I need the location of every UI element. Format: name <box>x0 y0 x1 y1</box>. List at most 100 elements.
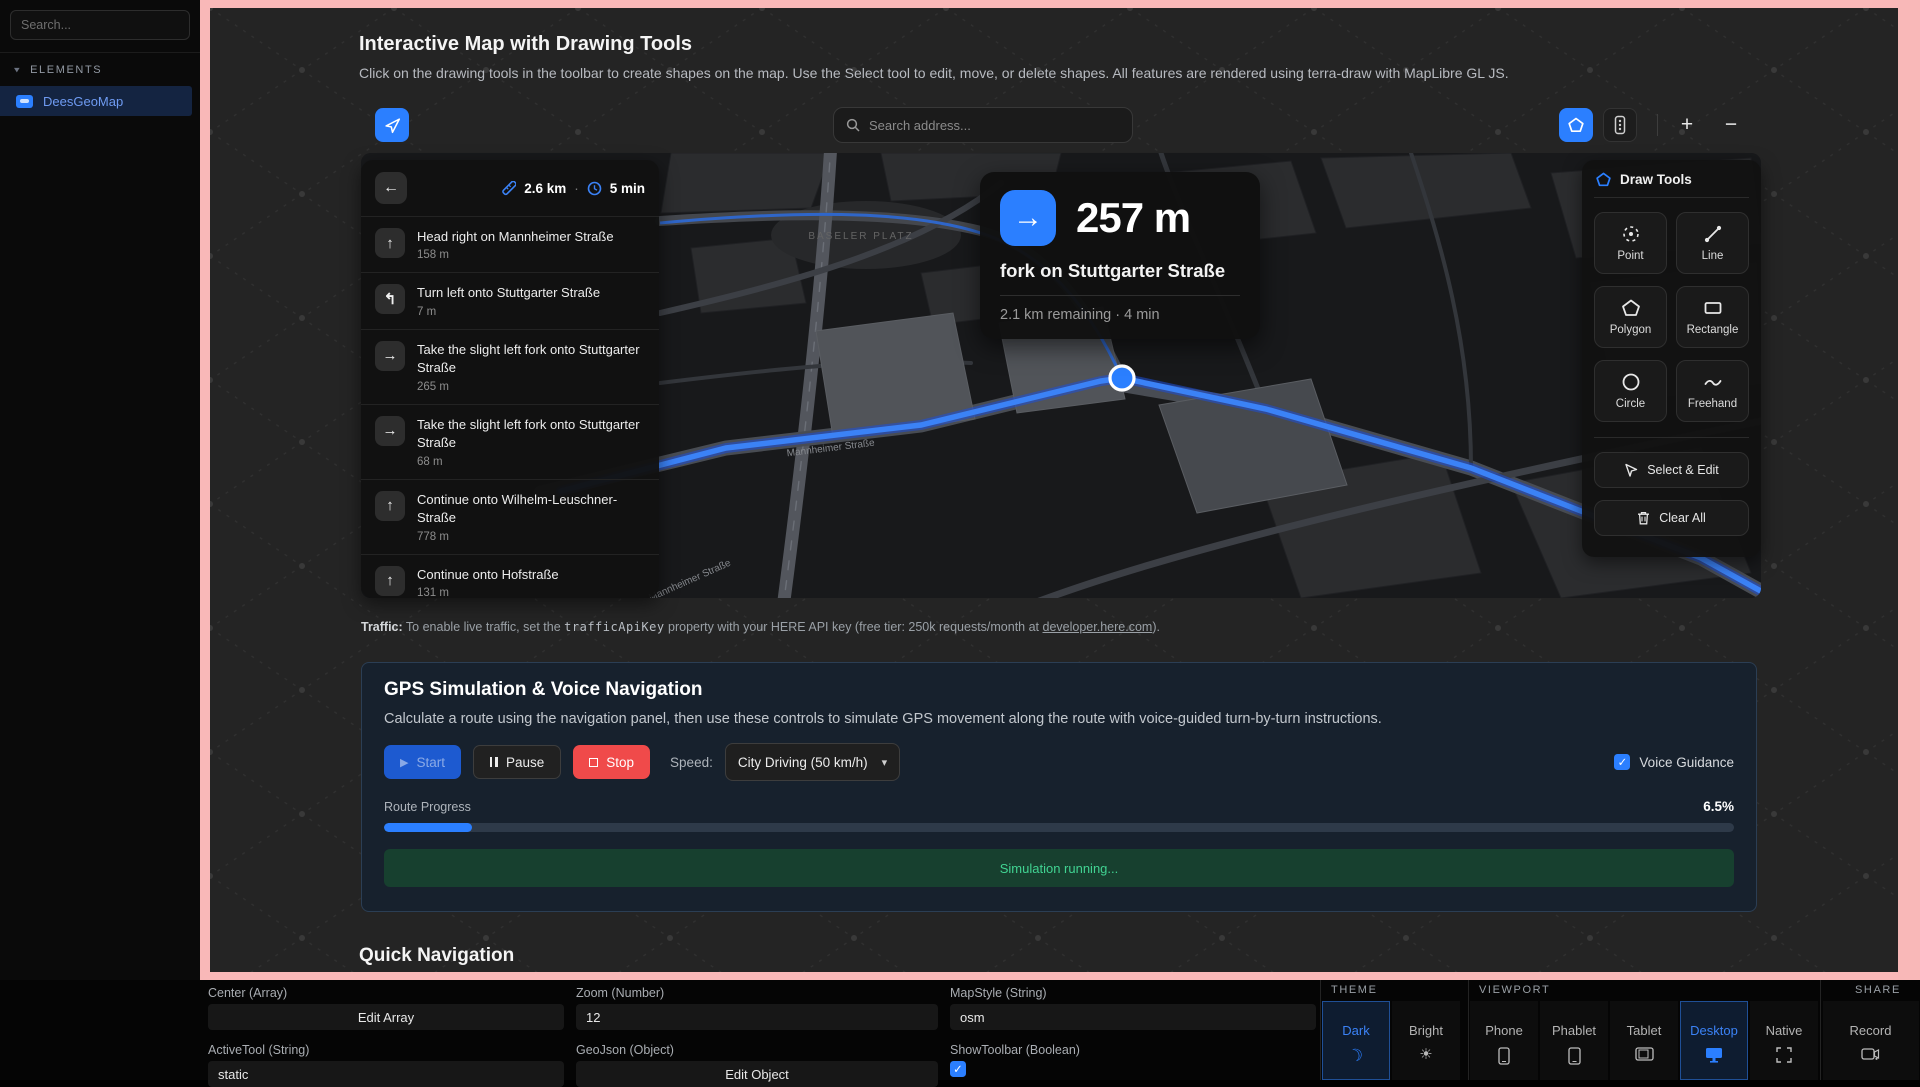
traffic-note-text: property with your HERE API key (free ti… <box>665 620 1043 634</box>
progress-label: Route Progress <box>384 800 471 814</box>
address-search-input[interactable] <box>869 118 1120 133</box>
viewport-desktop-button[interactable]: Desktop <box>1680 1001 1748 1080</box>
tool-label: Point <box>1617 250 1643 262</box>
measure-button[interactable] <box>1603 108 1637 142</box>
clear-all-button[interactable]: Clear All <box>1594 500 1749 536</box>
theme-bright-button[interactable]: Bright ☀ <box>1392 1001 1460 1080</box>
separator: · <box>574 181 579 196</box>
navigation-panel: ← 2.6 km · 5 min ↑ Head right on Mannh <box>361 160 659 598</box>
speed-select[interactable]: City Driving (50 km/h) ▾ <box>725 743 900 781</box>
traffic-note: Traffic: To enable live traffic, set the… <box>361 620 1160 634</box>
record-button[interactable]: Record <box>1823 1001 1919 1080</box>
select-edit-button[interactable]: Select & Edit <box>1594 452 1749 488</box>
section-label: ELEMENTS <box>30 64 102 76</box>
rectangle-icon <box>1703 298 1723 318</box>
clear-all-label: Clear All <box>1659 511 1706 525</box>
speed-value: City Driving (50 km/h) <box>738 755 868 770</box>
activetool-input[interactable] <box>208 1061 564 1087</box>
arrow-right-icon: → <box>1000 190 1056 246</box>
tool-freehand-button[interactable]: Freehand <box>1676 360 1749 422</box>
phablet-icon <box>1568 1047 1581 1065</box>
route-distance: 2.6 km <box>524 181 566 196</box>
progress-bar <box>384 823 1734 832</box>
navigation-arrow-icon <box>384 117 401 134</box>
mapstyle-input[interactable] <box>950 1004 1316 1030</box>
voice-guidance-checkbox[interactable]: ✓ <box>1614 754 1630 770</box>
prop-mapstyle: MapStyle (String) <box>950 986 1316 1030</box>
distance-ruler-icon <box>501 181 516 196</box>
zoom-out-button[interactable]: − <box>1714 108 1748 142</box>
pause-button[interactable]: Pause <box>473 745 561 779</box>
tool-label: Polygon <box>1610 324 1652 336</box>
here-developer-link[interactable]: developer.here.com <box>1043 620 1153 634</box>
circle-icon <box>1621 372 1641 392</box>
draw-tools-toggle-button[interactable] <box>1559 108 1593 142</box>
tool-label: Freehand <box>1688 398 1737 410</box>
divider <box>1594 437 1749 438</box>
prop-geojson: GeoJson (Object) Edit Object <box>576 1043 938 1087</box>
tool-circle-button[interactable]: Circle <box>1594 360 1667 422</box>
line-icon <box>1703 224 1723 244</box>
tool-label: Circle <box>1616 398 1645 410</box>
pause-icon <box>490 757 498 767</box>
freehand-icon <box>1703 372 1723 392</box>
sidebar-item-label: DeesGeoMap <box>43 94 123 109</box>
progress-value: 6.5% <box>1703 799 1734 814</box>
map-label-plaza: BASELER PLATZ <box>808 231 913 242</box>
instruction-text: Take the slight left fork onto Stuttgart… <box>417 416 645 453</box>
showtoolbar-checkbox[interactable]: ✓ <box>950 1061 966 1077</box>
instruction-row[interactable]: → Take the slight left fork onto Stuttga… <box>361 405 659 480</box>
chevron-down-icon: ▾ <box>14 64 21 74</box>
edit-object-button[interactable]: Edit Object <box>576 1061 938 1087</box>
instruction-row[interactable]: ↑ Continue onto Hofstraße 131 m <box>361 555 659 598</box>
sun-icon: ☀ <box>1419 1047 1432 1062</box>
voice-guidance-label: Voice Guidance <box>1639 755 1734 770</box>
desktop-icon <box>1705 1047 1723 1063</box>
cursor-icon <box>1624 463 1638 477</box>
viewport-phone-button[interactable]: Phone <box>1470 1001 1538 1080</box>
page-subtitle: Click on the drawing tools in the toolba… <box>359 65 1509 81</box>
tool-rectangle-button[interactable]: Rectangle <box>1676 286 1749 348</box>
tablet-icon <box>1635 1047 1654 1061</box>
turn-left-icon: ↰ <box>375 284 405 314</box>
locate-button[interactable] <box>375 108 409 142</box>
prop-activetool: ActiveTool (String) <box>208 1043 564 1087</box>
play-icon: ▶ <box>400 756 408 769</box>
tool-line-button[interactable]: Line <box>1676 212 1749 274</box>
tool-point-button[interactable]: Point <box>1594 212 1667 274</box>
sidebar-section-elements[interactable]: ▾ ELEMENTS <box>14 63 102 76</box>
sidebar-search-input[interactable] <box>10 10 190 40</box>
zoom-input[interactable] <box>576 1004 938 1030</box>
zoom-in-button[interactable]: + <box>1670 108 1704 142</box>
back-button[interactable]: ← <box>375 172 407 204</box>
theme-dark-button[interactable]: Dark ☽ <box>1322 1001 1390 1080</box>
simulation-status-banner: Simulation running... <box>384 849 1734 887</box>
viewport-section: VIEWPORT Phone Phablet <box>1468 980 1820 1080</box>
start-button[interactable]: ▶ Start <box>384 745 461 779</box>
viewport-label: Phablet <box>1552 1023 1596 1038</box>
instruction-row[interactable]: → Take the slight left fork onto Stuttga… <box>361 330 659 405</box>
demo-canvas: Interactive Map with Drawing Tools Click… <box>210 8 1898 972</box>
fork-right-icon: → <box>375 341 405 371</box>
search-icon <box>846 118 860 132</box>
viewport-native-button[interactable]: Native <box>1750 1001 1818 1080</box>
instruction-row[interactable]: ↰ Turn left onto Stuttgarter Straße 7 m <box>361 273 659 329</box>
tool-polygon-button[interactable]: Polygon <box>1594 286 1667 348</box>
instruction-row[interactable]: ↑ Continue onto Wilhelm-Leuschner-Straße… <box>361 480 659 555</box>
pentagon-icon <box>1596 172 1611 187</box>
prop-label: Center (Array) <box>208 986 564 1000</box>
stop-button[interactable]: Stop <box>573 745 650 779</box>
speed-label: Speed: <box>670 755 713 770</box>
progress-bar-fill <box>384 823 472 832</box>
map-element-icon <box>16 95 33 108</box>
stop-label: Stop <box>606 755 634 770</box>
viewport-phablet-button[interactable]: Phablet <box>1540 1001 1608 1080</box>
viewport-tablet-button[interactable]: Tablet <box>1610 1001 1678 1080</box>
instruction-row[interactable]: ↑ Head right on Mannheimer Straße 158 m <box>361 217 659 273</box>
instruction-distance: 68 m <box>417 456 645 468</box>
trash-icon <box>1637 511 1650 525</box>
arrow-up-icon: ↑ <box>375 566 405 596</box>
edit-array-button[interactable]: Edit Array <box>208 1004 564 1030</box>
sidebar-item-deesgeomap[interactable]: DeesGeoMap <box>0 86 192 116</box>
instruction-distance: 158 m <box>417 249 645 261</box>
